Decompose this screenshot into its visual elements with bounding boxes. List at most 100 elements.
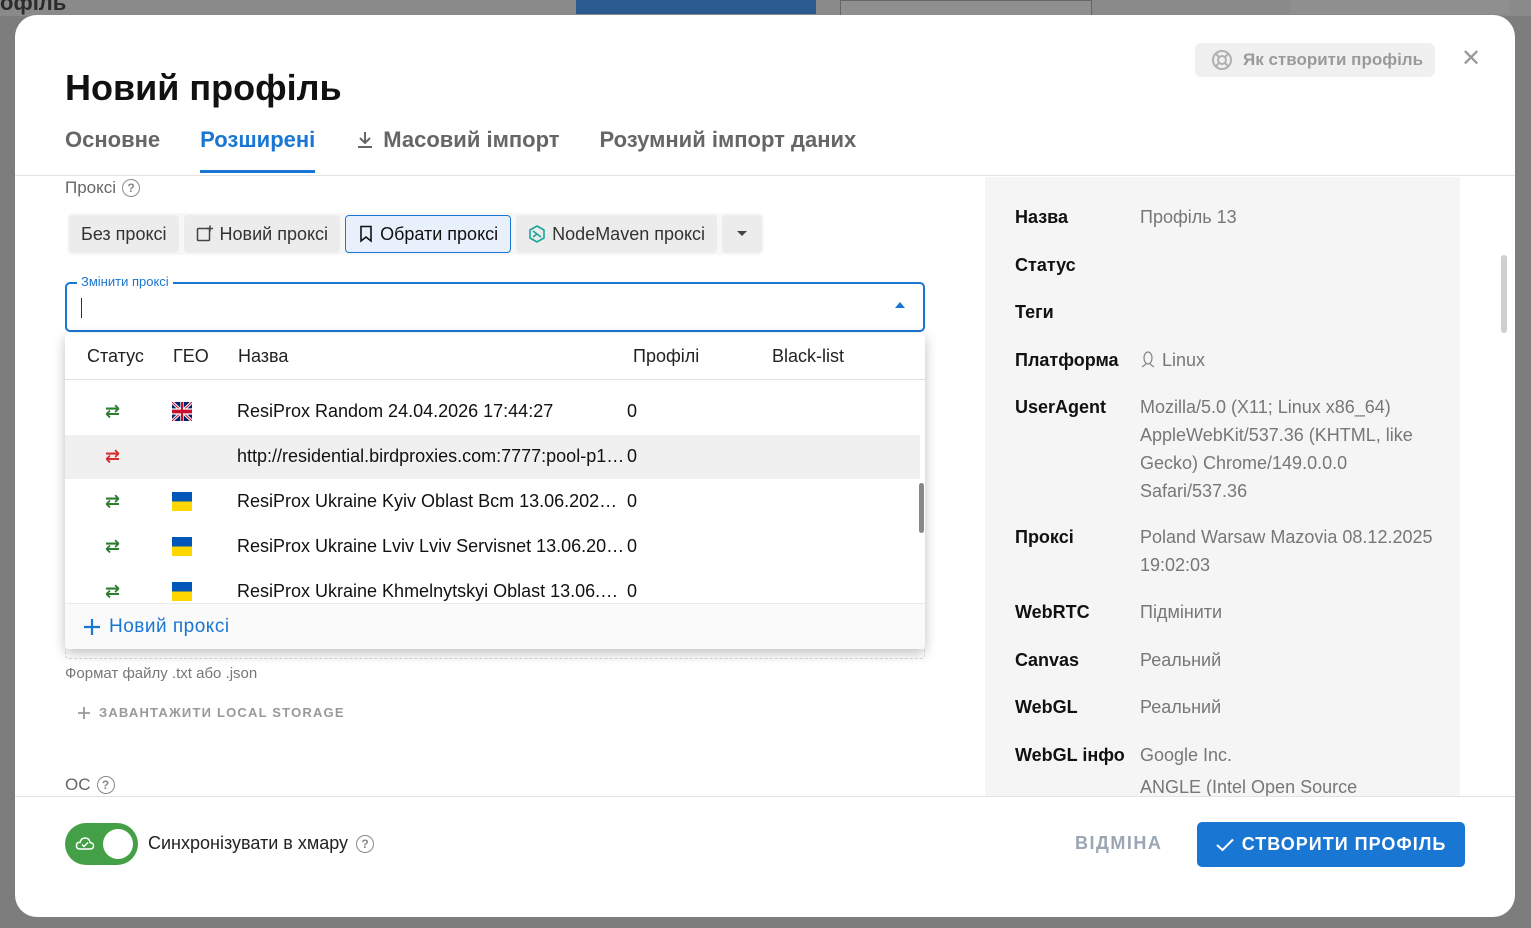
header-profiles: Профілі [633, 346, 700, 366]
summary-key: WebGL інфо [1015, 745, 1125, 765]
proxy-profiles-count: 0 [627, 491, 638, 511]
create-profile-label: СТВОРИТИ ПРОФІЛЬ [1241, 834, 1447, 854]
tab-basic-label: Основне [65, 127, 161, 152]
close-icon[interactable]: ✕ [1459, 47, 1483, 71]
new-proxy-button[interactable]: Новий проксі [183, 215, 341, 253]
status-ok-icon: ⇄ [105, 536, 121, 556]
proxy-label-text: Проксі [65, 178, 117, 197]
dropdown-scrollbar[interactable] [919, 483, 924, 533]
summary-key: WebGL [1015, 697, 1078, 717]
summary-key: Проксі [1015, 527, 1074, 547]
nodemaven-proxy-button[interactable]: NodeMaven проксі [516, 215, 718, 253]
summary-key: Canvas [1015, 650, 1080, 670]
status-error-icon: ⇄ [105, 446, 121, 466]
cloud-check-icon [75, 837, 95, 850]
platform-value: Linux [1162, 350, 1206, 370]
summary-value: Mozilla/5.0 (X11; Linux x86_64) AppleWeb… [1140, 397, 1413, 501]
status-ok-icon: ⇄ [105, 401, 121, 421]
webglinfo-vendor: Google Inc. [1140, 745, 1233, 765]
footer-divider [15, 796, 1515, 797]
modal-scrollbar[interactable] [1501, 255, 1507, 333]
summary-key: Статус [1015, 255, 1076, 275]
change-proxy-combobox[interactable]: Змінити проксі [65, 274, 925, 332]
caret-up-icon[interactable] [895, 302, 905, 308]
file-drop-zone[interactable] [65, 649, 925, 659]
how-to-create-profile-button[interactable]: Як створити профіль [1195, 43, 1435, 77]
background-quick-profile-button [840, 0, 1092, 16]
background-search-input [1290, 0, 1510, 14]
summary-value: Реальний [1140, 650, 1222, 670]
select-proxy-label: Обрати проксі [380, 223, 499, 244]
tab-bulk-import[interactable]: Масовий імпорт [355, 127, 560, 173]
add-box-icon [196, 225, 213, 242]
help-circle-icon[interactable]: ? [96, 776, 115, 794]
tab-bulk-import-label: Масовий імпорт [383, 127, 560, 152]
create-profile-button[interactable]: СТВОРИТИ ПРОФІЛЬ [1197, 822, 1465, 867]
status-ok-icon: ⇄ [105, 581, 121, 601]
no-proxy-label: Без проксі [81, 223, 167, 244]
summary-value: Linux [1140, 346, 1440, 374]
plus-icon [78, 706, 90, 719]
linux-icon [1141, 351, 1155, 368]
summary-value: Google Inc. ANGLE (Intel Open Source [1140, 741, 1440, 797]
help-circle-icon[interactable]: ? [122, 179, 141, 197]
summary-key: Платформа [1015, 350, 1119, 370]
bookmark-icon [360, 225, 372, 243]
lifebuoy-icon [1212, 50, 1232, 70]
status-ok-icon: ⇄ [105, 491, 121, 511]
webglinfo-renderer: ANGLE (Intel Open Source [1140, 777, 1358, 797]
summary-value: Реальний [1140, 697, 1222, 717]
header-blacklist: Black-list [772, 346, 845, 366]
help-button-label: Як створити профіль [1243, 50, 1424, 69]
upload-local-storage-button[interactable]: ЗАВАНТАЖИТИ LOCAL STORAGE [77, 705, 345, 720]
ua-flag-icon [172, 492, 192, 511]
add-new-proxy-button[interactable]: Новий проксі [83, 616, 230, 638]
toggle-knob [103, 829, 133, 859]
profile-summary-panel: Назва Профіль 13 Статус Теги Платформа L… [985, 177, 1460, 797]
modal-tabs: Основне Розширені Масовий імпорт Розумни… [65, 127, 856, 173]
uk-flag-icon [172, 402, 192, 421]
proxy-dropdown: Статус ГЕО Назва Профілі Black-list ⇄ Re… [65, 333, 925, 649]
header-status: Статус [87, 346, 144, 366]
cancel-button[interactable]: ВІДМІНА [1075, 833, 1162, 854]
cloud-sync-label: Синхронізувати в хмару ? [148, 833, 375, 854]
proxy-mode-group: Без проксі Новий проксі Обрати проксі No… [67, 213, 765, 255]
download-icon [358, 132, 373, 148]
proxy-profiles-count: 0 [627, 446, 638, 466]
summary-key: Теги [1015, 302, 1054, 322]
header-name: Назва [238, 346, 289, 366]
help-circle-icon[interactable]: ? [356, 834, 375, 853]
check-icon [1216, 838, 1234, 851]
tab-advanced-label: Розширені [200, 127, 316, 152]
caret-down-icon [737, 231, 748, 236]
file-format-hint: Формат файлу .txt або .json [65, 665, 258, 682]
tabs-divider [15, 175, 1515, 176]
proxy-name: http://residential.birdproxies.com:7777:… [237, 446, 625, 466]
proxy-row[interactable]: ⇄ ResiProx Random 24.04.2026 17:44:27 0 [65, 390, 920, 434]
proxy-row[interactable]: ⇄ ResiProx Ukraine Kyiv Oblast Bcm 13.06… [65, 480, 920, 524]
proxy-section-label: Проксі ? [65, 178, 141, 198]
tab-basic[interactable]: Основне [65, 127, 160, 173]
plus-icon [84, 619, 100, 635]
proxy-row[interactable]: ⇄ http://residential.birdproxies.com:777… [65, 435, 920, 479]
tab-smart-import[interactable]: Розумний імпорт даних [600, 127, 857, 173]
background-page-title: офіль [0, 0, 67, 15]
proxy-name: ResiProx Ukraine Kyiv Oblast Bcm 13.06.2… [237, 491, 625, 511]
proxy-row[interactable]: ⇄ ResiProx Ukraine Lviv Lviv Servisnet 1… [65, 525, 920, 569]
proxy-more-button[interactable] [722, 215, 763, 253]
tab-advanced[interactable]: Розширені [200, 127, 316, 173]
cloud-sync-toggle[interactable] [65, 823, 138, 865]
text-cursor [81, 298, 82, 318]
proxy-profiles-count: 0 [627, 536, 638, 556]
new-profile-modal: Новий профіль Як створити профіль ✕ Осно… [15, 15, 1515, 917]
no-proxy-button[interactable]: Без проксі [69, 215, 179, 253]
select-proxy-button[interactable]: Обрати проксі [345, 215, 512, 253]
proxy-profiles-count: 0 [627, 401, 638, 421]
background-create-button [576, 0, 816, 14]
cloud-sync-text: Синхронізувати в хмару [148, 833, 349, 853]
summary-key: Назва [1015, 207, 1069, 227]
proxy-profiles-count: 0 [627, 581, 638, 601]
summary-value: Poland Warsaw Mazovia 08.12.2025 19:02:0… [1140, 527, 1433, 575]
proxy-table-header: Статус ГЕО Назва Профілі Black-list [65, 333, 925, 380]
proxy-name: ResiProx Random 24.04.2026 17:44:27 [237, 401, 554, 421]
